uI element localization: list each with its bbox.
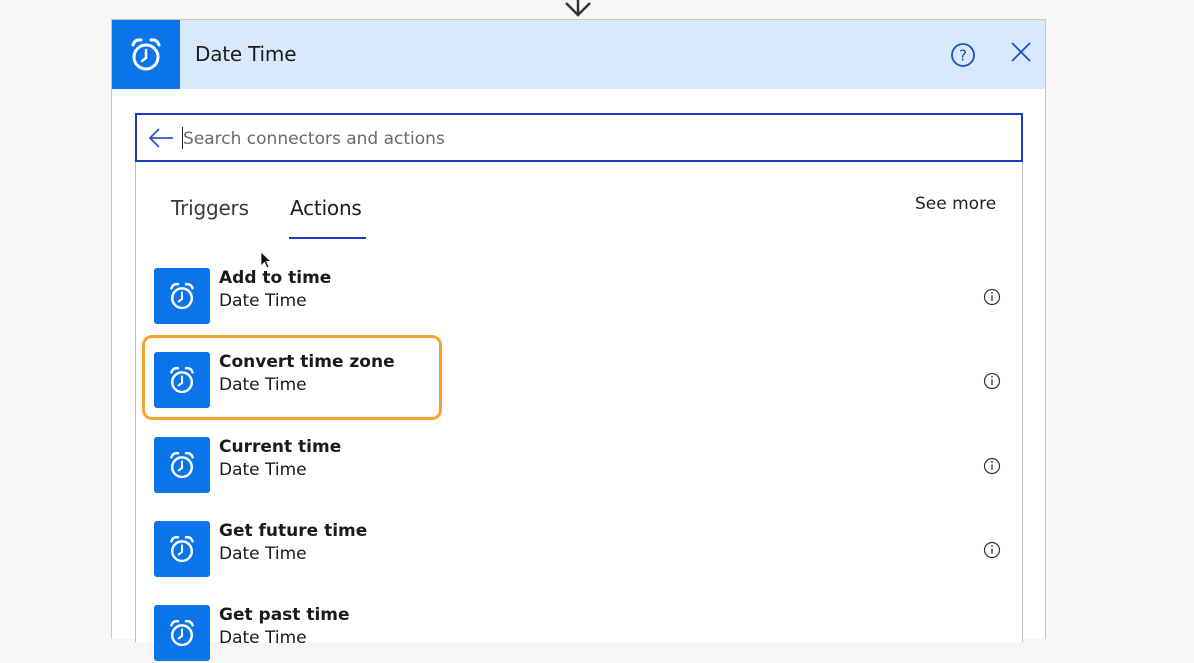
action-subtitle: Date Time [219,291,307,311]
tab-triggers[interactable]: Triggers [171,196,249,220]
alarm-clock-icon [170,366,194,393]
info-icon[interactable] [983,372,1001,390]
tab-actions[interactable]: Actions [290,196,362,220]
action-subtitle: Date Time [219,544,307,564]
card-header: Date Time ? [112,20,1045,89]
alarm-clock-icon [170,619,194,646]
active-tab-indicator [289,237,366,239]
action-subtitle: Date Time [219,460,307,480]
actions-panel: Triggers Actions See more Add to time Da… [135,162,1023,661]
action-logo [154,605,210,661]
action-logo [154,268,210,324]
alarm-clock-icon [170,282,194,309]
action-title: Convert time zone [219,352,395,372]
action-item-get-future-time[interactable]: Get future time Date Time [154,521,1004,579]
action-subtitle: Date Time [219,628,307,648]
search-box[interactable] [135,113,1023,162]
close-icon[interactable] [1009,40,1033,64]
action-title: Current time [219,437,342,457]
action-item-current-time[interactable]: Current time Date Time [154,437,1004,495]
action-subtitle: Date Time [219,375,307,395]
info-icon[interactable] [983,457,1001,475]
connector-card: Date Time ? Triggers Actions See more [111,19,1046,661]
action-title: Get future time [219,521,368,541]
action-item-convert-time-zone[interactable]: Convert time zone Date Time [154,352,1004,410]
text-caret [182,127,183,149]
see-more-link[interactable]: See more [915,194,996,214]
action-title: Get past time [219,605,350,625]
action-title: Add to time [219,268,332,288]
back-arrow-icon[interactable] [147,126,175,150]
action-item-get-past-time[interactable]: Get past time Date Time [154,605,1004,663]
flow-down-arrow-icon [565,0,591,17]
info-icon[interactable] [983,541,1001,559]
alarm-clock-icon [170,451,194,478]
svg-text:?: ? [959,47,967,65]
info-icon[interactable] [983,288,1001,306]
mouse-cursor-icon [260,251,273,269]
action-logo [154,352,210,408]
action-logo [154,521,210,577]
action-item-add-to-time[interactable]: Add to time Date Time [154,268,1004,326]
action-logo [154,437,210,493]
alarm-clock-icon [131,37,161,70]
alarm-clock-icon [170,535,194,562]
search-input[interactable] [181,125,1005,153]
help-icon[interactable]: ? [950,42,976,68]
connector-title: Date Time [195,42,297,66]
connector-logo [112,20,180,89]
